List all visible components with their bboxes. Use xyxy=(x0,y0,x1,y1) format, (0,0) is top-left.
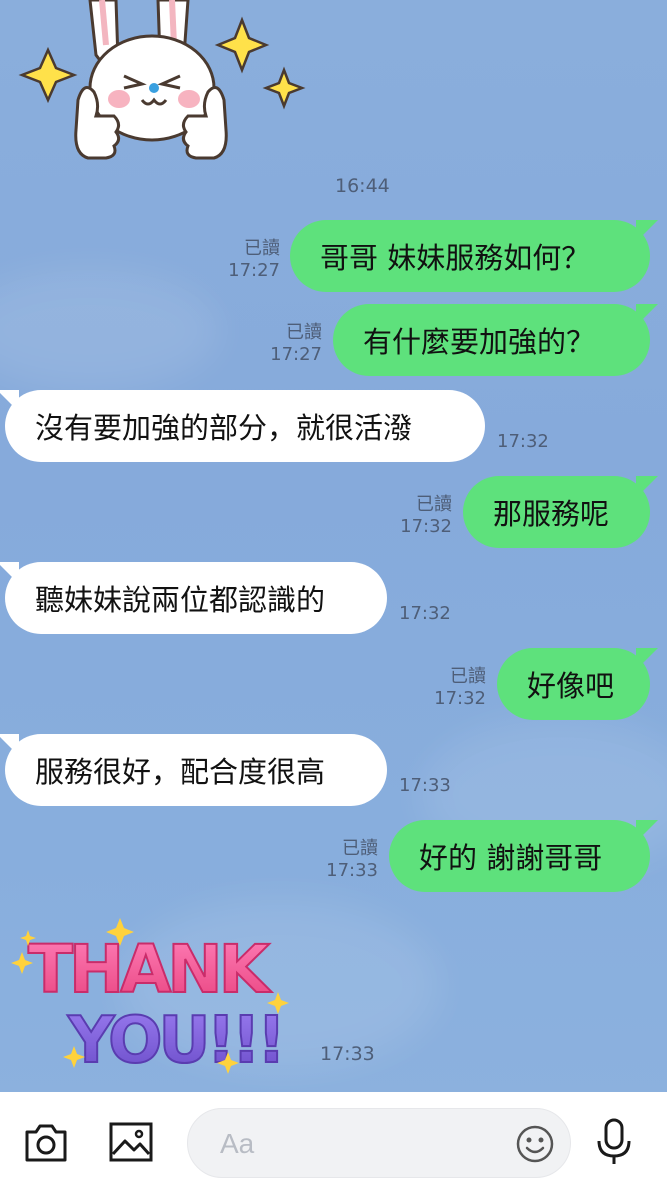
outgoing-message-bubble[interactable]: 哥哥 妹妹服務如何？ xyxy=(290,220,658,292)
message-time: 17:32 xyxy=(497,431,549,452)
bubble-tail xyxy=(636,220,658,242)
message-input[interactable] xyxy=(218,1109,502,1179)
message-meta: 已讀 17:27 xyxy=(252,322,322,366)
timestamp: 16:44 xyxy=(335,175,390,197)
incoming-message-bubble[interactable]: 聽妹妹說兩位都認識的 xyxy=(0,562,387,634)
message-text: 那服務呢 xyxy=(493,497,610,531)
read-receipt: 已讀 xyxy=(244,238,280,259)
bubble-tail xyxy=(0,390,19,412)
read-receipt: 已讀 xyxy=(342,838,378,859)
you-text: YOU!!! xyxy=(67,1004,282,1077)
message-text: 聽妹妹說兩位都認識的 xyxy=(35,583,326,617)
message-meta: 已讀 17:33 xyxy=(308,838,378,882)
message-text: 沒有要加強的部分，就很活潑 xyxy=(35,411,413,445)
read-receipt: 已讀 xyxy=(286,322,322,343)
bubble-tail xyxy=(636,304,658,326)
message-text: 好的 謝謝哥哥 xyxy=(419,841,603,875)
background-cloud xyxy=(0,270,220,390)
message-time: 17:32 xyxy=(400,516,452,537)
composer-bar xyxy=(0,1092,667,1194)
thank-text: THANK xyxy=(28,931,273,1008)
message-time: 17:27 xyxy=(228,260,280,281)
camera-icon[interactable] xyxy=(20,1118,72,1166)
message-time: 17:33 xyxy=(399,775,451,796)
message-time: 17:32 xyxy=(399,603,451,624)
bubble-tail xyxy=(636,476,658,498)
message-text: 服務很好，配合度很高 xyxy=(35,755,326,789)
thank-you-sticker[interactable]: THANK YOU!!! xyxy=(8,912,298,1077)
rabbit-sticker[interactable] xyxy=(18,0,318,170)
bubble-tail xyxy=(0,734,19,756)
bubble-tail xyxy=(636,820,658,842)
incoming-message-bubble[interactable]: 服務很好，配合度很高 xyxy=(0,734,387,806)
message-meta: 已讀 17:32 xyxy=(382,494,452,538)
message-meta: 已讀 17:32 xyxy=(416,666,486,710)
message-text: 哥哥 妹妹服務如何？ xyxy=(320,241,591,275)
message-time: 17:27 xyxy=(270,344,322,365)
message-text: 有什麼要加強的？ xyxy=(363,325,596,359)
emoji-icon[interactable] xyxy=(514,1123,556,1165)
message-time: 17:33 xyxy=(326,860,378,881)
bubble-tail xyxy=(0,562,19,584)
read-receipt: 已讀 xyxy=(450,666,486,687)
outgoing-message-bubble[interactable]: 好的 謝謝哥哥 xyxy=(389,820,658,892)
message-time: 17:32 xyxy=(434,688,486,709)
message-time: 17:33 xyxy=(320,1043,375,1065)
image-icon[interactable] xyxy=(106,1118,156,1166)
read-receipt: 已讀 xyxy=(416,494,452,515)
microphone-icon[interactable] xyxy=(592,1116,636,1168)
outgoing-message-bubble[interactable]: 那服務呢 xyxy=(463,476,658,548)
outgoing-message-bubble[interactable]: 好像吧 xyxy=(497,648,658,720)
message-meta: 已讀 17:27 xyxy=(210,238,280,282)
message-input-box[interactable] xyxy=(187,1108,571,1179)
outgoing-message-bubble[interactable]: 有什麼要加強的？ xyxy=(333,304,658,376)
bubble-tail xyxy=(636,648,658,670)
incoming-message-bubble[interactable]: 沒有要加強的部分，就很活潑 xyxy=(0,390,485,462)
message-text: 好像吧 xyxy=(527,669,615,703)
chat-area[interactable]: 16:44 已讀 17:27 哥哥 妹妹服務如何？ 已讀 17:27 有什麼要加… xyxy=(0,0,667,1092)
